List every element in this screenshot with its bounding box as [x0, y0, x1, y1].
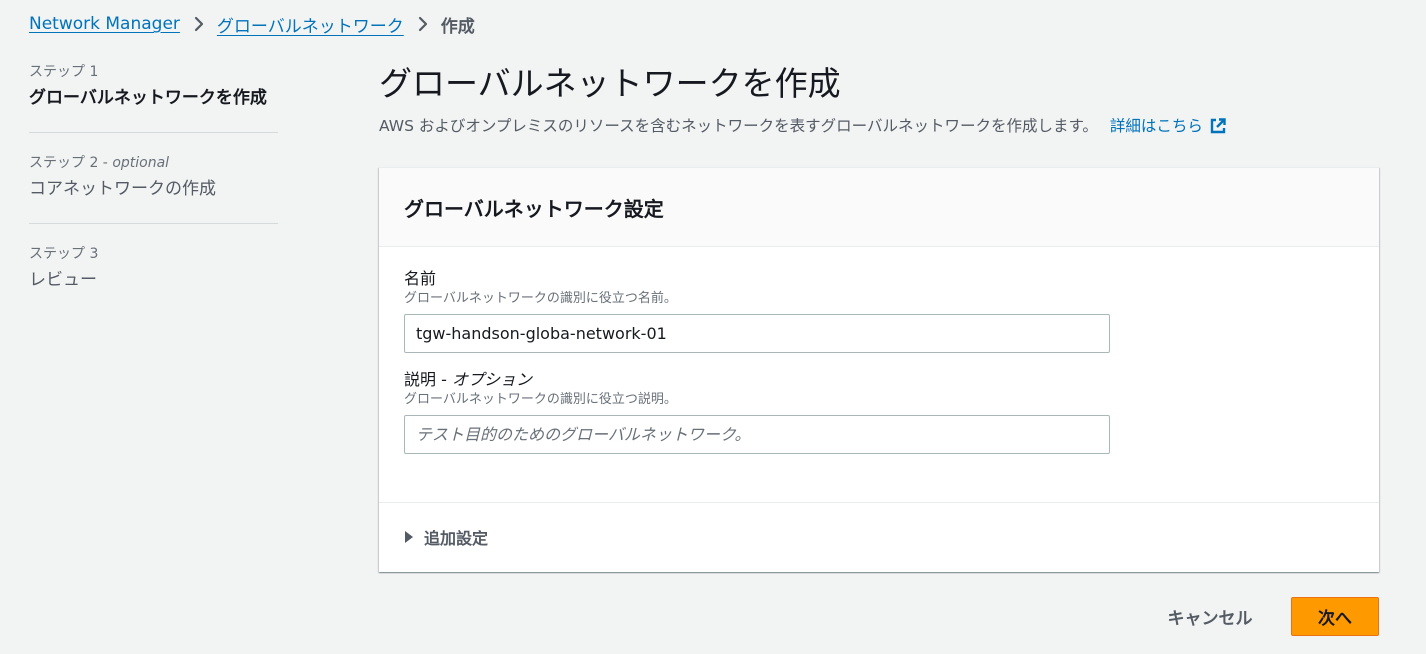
page-title: グローバルネットワークを作成 [379, 64, 841, 103]
step-2-label: ステップ 2 - optional [29, 155, 170, 171]
breadcrumb-network-manager[interactable]: Network Manager [29, 14, 180, 34]
panel-body: 名前 グローバルネットワークの識別に役立つ名前。 説明 - オプション グローバ… [379, 247, 1379, 503]
page-description-text: AWS およびオンプレミスのリソースを含むネットワークを表すグローバルネットワー… [379, 117, 1098, 135]
description-input[interactable] [404, 415, 1110, 454]
step-1: ステップ 1 グローバルネットワークを作成 [29, 62, 278, 110]
breadcrumb-current: 作成 [440, 16, 475, 37]
name-field-label: 名前 [404, 269, 437, 288]
global-network-settings-panel: グローバルネットワーク設定 名前 グローバルネットワークの識別に役立つ名前。 説… [379, 167, 1379, 572]
step-3: ステップ 3 レビュー [29, 244, 278, 292]
page-description: AWS およびオンプレミスのリソースを含むネットワークを表すグローバルネットワー… [379, 114, 1227, 138]
external-link-icon [1209, 117, 1227, 135]
cancel-button[interactable]: キャンセル [1150, 597, 1270, 635]
step-2: ステップ 2 - optional コアネットワークの作成 [29, 153, 278, 201]
panel-title: グローバルネットワーク設定 [404, 196, 664, 221]
step-2-title: コアネットワークの作成 [29, 179, 216, 199]
step-divider [29, 132, 278, 133]
name-field: 名前 グローバルネットワークの識別に役立つ名前。 [404, 268, 1354, 353]
learn-more-link[interactable]: 詳細はこちら [1110, 114, 1227, 138]
step-divider [29, 223, 278, 224]
chevron-right-icon [418, 16, 428, 32]
panel-header: グローバルネットワーク設定 [379, 168, 1379, 247]
step-3-title: レビュー [29, 270, 97, 290]
name-field-description: グローバルネットワークの識別に役立つ名前。 [404, 291, 677, 306]
description-field: 説明 - オプション グローバルネットワークの識別に役立つ説明。 [404, 369, 1354, 454]
breadcrumb-global-networks[interactable]: グローバルネットワーク [217, 12, 404, 37]
additional-settings-label: 追加設定 [424, 529, 489, 548]
step-3-label: ステップ 3 [29, 246, 99, 262]
breadcrumb: Network Manager グローバルネットワーク 作成 [29, 12, 475, 37]
caret-right-icon [404, 530, 414, 544]
additional-settings-expander[interactable]: 追加設定 [379, 503, 1379, 571]
step-1-title: グローバルネットワークを作成 [29, 88, 267, 108]
next-button[interactable]: 次へ [1291, 597, 1379, 636]
name-input[interactable] [404, 314, 1110, 353]
description-field-description: グローバルネットワークの識別に役立つ説明。 [404, 392, 677, 407]
description-field-label: 説明 - オプション [404, 370, 532, 389]
chevron-right-icon [194, 16, 204, 32]
step-1-label: ステップ 1 [29, 64, 99, 80]
wizard-steps: ステップ 1 グローバルネットワークを作成 ステップ 2 - optional … [29, 62, 278, 292]
